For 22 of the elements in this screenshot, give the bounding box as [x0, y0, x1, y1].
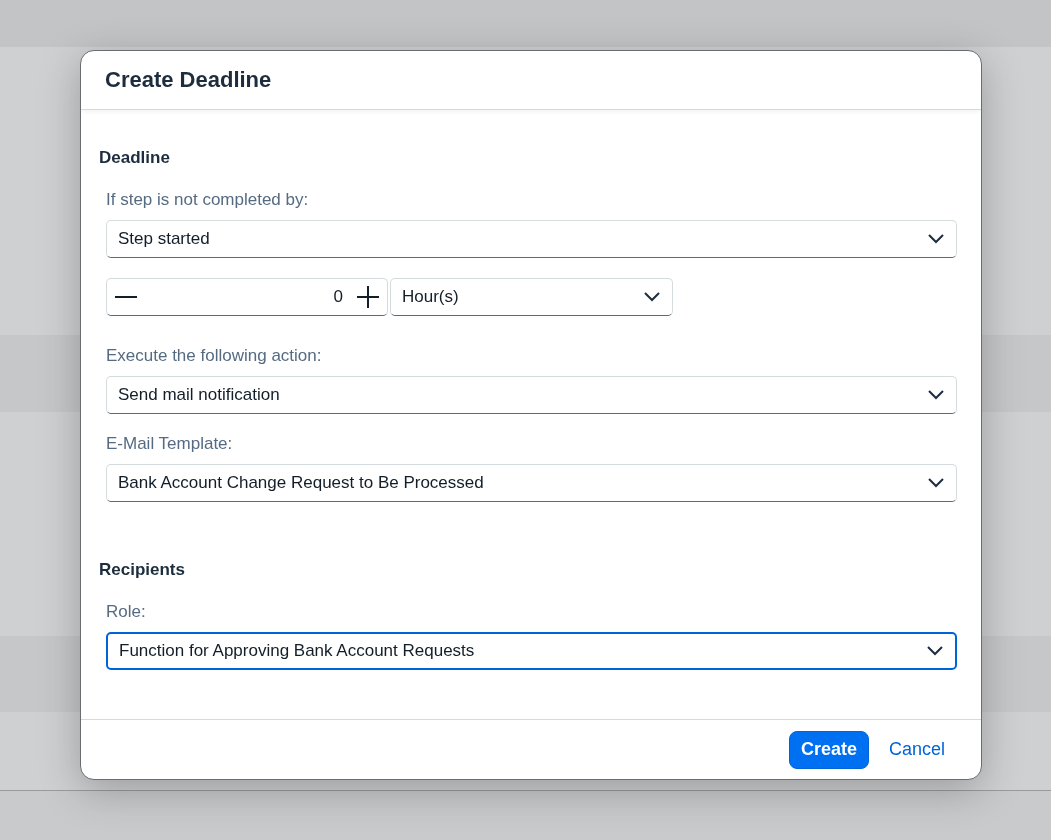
chevron-down-icon — [927, 646, 943, 656]
chevron-down-icon — [928, 234, 944, 244]
field-label: Execute the following action: — [106, 346, 323, 366]
field-label: If step is not completed by: — [106, 190, 310, 210]
dropdown-field[interactable]: Step started — [106, 220, 957, 258]
plus-icon[interactable] — [357, 286, 379, 308]
chevron-down-icon — [644, 292, 660, 302]
dropdown-field[interactable]: Hour(s) — [390, 278, 673, 316]
dropdown-field[interactable]: Bank Account Change Request to Be Processed — [106, 464, 957, 502]
chevron-down-icon — [928, 390, 944, 400]
link-button[interactable]: Cancel — [876, 730, 957, 769]
section-title: Recipients — [99, 560, 186, 580]
primary-button[interactable]: Create — [788, 730, 869, 769]
dropdown-field[interactable]: Send mail notification — [106, 376, 957, 414]
number-stepper[interactable]: 0 — [106, 278, 388, 316]
dialog-title: Create Deadline — [105, 67, 272, 93]
dropdown-field[interactable]: Function for Approving Bank Account Requests — [106, 632, 957, 670]
section-title: Deadline — [99, 148, 171, 168]
field-label: Role: — [106, 602, 147, 622]
chevron-down-icon — [928, 478, 944, 488]
minus-icon[interactable] — [115, 295, 137, 299]
field-label: E-Mail Template: — [106, 434, 234, 454]
